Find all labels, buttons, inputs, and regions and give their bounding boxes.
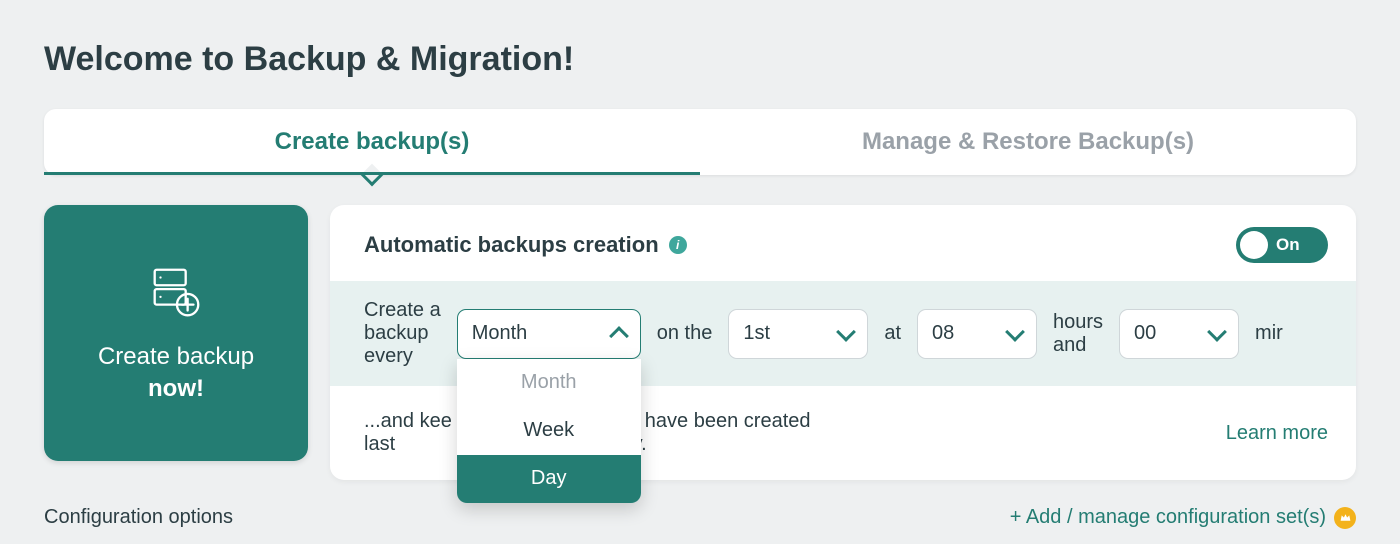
- label-at: at: [884, 322, 901, 345]
- toggle-knob: [1240, 231, 1268, 259]
- info-icon[interactable]: i: [669, 236, 687, 254]
- minute-select[interactable]: 00: [1119, 309, 1239, 359]
- hour-value: 08: [932, 322, 954, 345]
- page-title: Welcome to Backup & Migration!: [44, 40, 1356, 79]
- period-option-day[interactable]: Day: [457, 455, 641, 503]
- tab-manage-restore[interactable]: Manage & Restore Backup(s): [700, 109, 1356, 175]
- period-option-week[interactable]: Week: [457, 407, 641, 455]
- tab-bar: Create backup(s) Manage & Restore Backup…: [44, 109, 1356, 175]
- create-backup-now-label: Create backup now!: [98, 341, 254, 403]
- label-on-the: on the: [657, 322, 713, 345]
- label-min: mir: [1255, 322, 1283, 345]
- label-and-keep-last: ...and kee last: [364, 410, 452, 456]
- configuration-options-heading: Configuration options: [44, 506, 233, 529]
- toggle-label: On: [1276, 235, 1300, 255]
- day-value: 1st: [743, 322, 770, 345]
- auto-backup-toggle[interactable]: On: [1236, 227, 1328, 263]
- chevron-down-icon: [1207, 322, 1227, 342]
- chevron-up-icon: [609, 326, 629, 346]
- hour-select[interactable]: 08: [917, 309, 1037, 359]
- server-plus-icon: [145, 262, 207, 329]
- day-select[interactable]: 1st: [728, 309, 868, 359]
- period-select[interactable]: Month: [457, 309, 641, 359]
- create-backup-now-button[interactable]: Create backup now!: [44, 205, 308, 461]
- active-tab-indicator: [361, 164, 384, 187]
- tab-create-backups[interactable]: Create backup(s): [44, 109, 700, 175]
- add-manage-config-link[interactable]: + Add / manage configuration set(s): [1010, 506, 1356, 529]
- chevron-down-icon: [836, 322, 856, 342]
- crown-icon: [1334, 507, 1356, 529]
- label-hours-and: hours and: [1053, 311, 1103, 357]
- period-option-month[interactable]: Month: [457, 359, 641, 407]
- panel-heading: Automatic backups creation i: [364, 232, 687, 258]
- period-dropdown: Month Week Day: [457, 359, 641, 503]
- period-value: Month: [472, 322, 528, 345]
- tab-label: Create backup(s): [275, 128, 470, 156]
- learn-more-link[interactable]: Learn more: [1226, 422, 1328, 445]
- tab-label: Manage & Restore Backup(s): [862, 128, 1194, 156]
- label-create-backup-every: Create a backup every: [364, 299, 441, 368]
- chevron-down-icon: [1005, 322, 1025, 342]
- minute-value: 00: [1134, 322, 1156, 345]
